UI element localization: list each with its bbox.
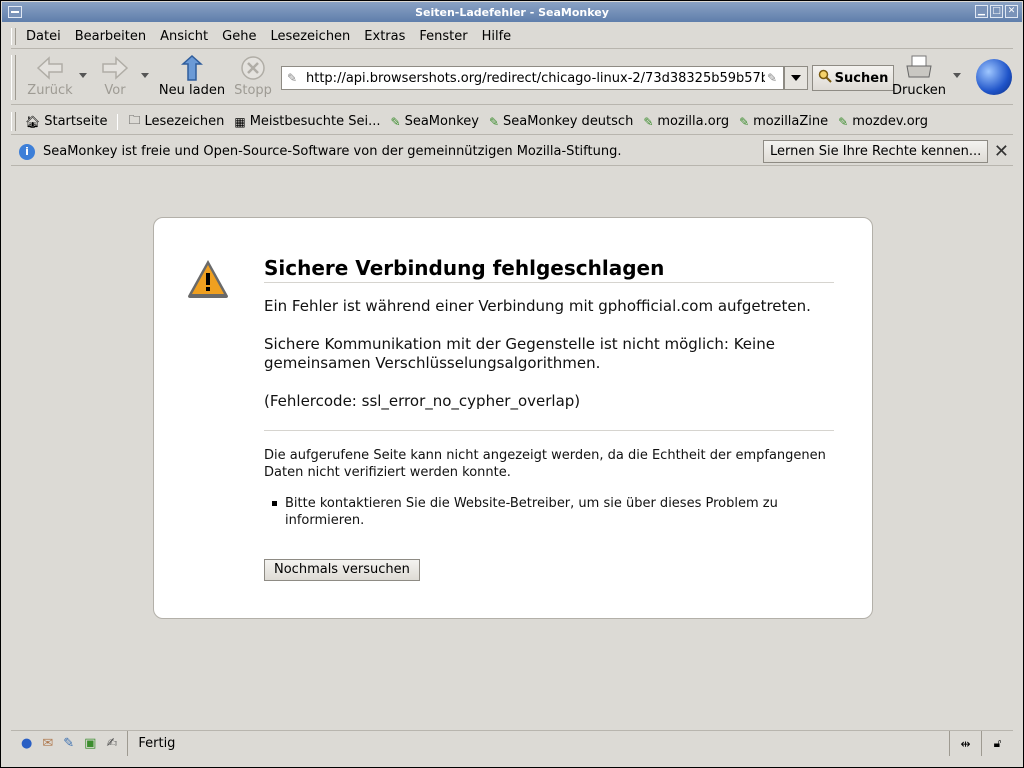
menu-gehe[interactable]: Gehe (215, 29, 263, 44)
notification-message: SeaMonkey ist freie und Open-Source-Soft… (43, 144, 622, 159)
folder-icon: 🗀 (128, 113, 141, 127)
back-dropdown-icon[interactable] (79, 73, 87, 78)
status-text: Fertig (138, 736, 176, 751)
error-line-connection: Ein Fehler ist während einer Verbindung … (264, 297, 811, 315)
close-window-icon[interactable]: ✕ (1005, 5, 1018, 18)
error-body: Sichere Verbindung fehlgeschlagen Ein Fe… (264, 256, 834, 581)
browser-window: Seiten-Ladefehler - SeaMonkey ▁ □ ✕ Date… (0, 0, 1024, 768)
security-lock-icon[interactable]: 🔓︎ (981, 731, 1013, 756)
warning-icon (186, 258, 230, 302)
chat-icon[interactable]: ▣ (84, 736, 96, 751)
bookmark-separator (117, 113, 119, 130)
print-button[interactable]: Drucken (889, 53, 949, 101)
bookmark-home[interactable]: 🏠︎ Startseite (25, 114, 107, 129)
printer-icon (904, 53, 934, 83)
online-plug-icon[interactable]: ⇹ (949, 731, 981, 756)
print-dropdown-icon[interactable] (953, 73, 961, 78)
maximize-icon[interactable]: □ (990, 5, 1003, 18)
bookmarks-toolbar: 🏠︎ Startseite 🗀 Lesezeichen ▦ Meistbesuc… (11, 109, 1013, 135)
bullet-icon (272, 501, 277, 506)
close-notification-icon[interactable]: ✕ (994, 141, 1009, 162)
bookmark-folder-lesezeichen[interactable]: 🗀 Lesezeichen (128, 111, 224, 132)
folder-special-icon: ▦ (234, 114, 246, 129)
navigation-toolbar: Zurück Vor Neu laden Stopp ✎ http://api.… (11, 51, 1013, 105)
bookmark-mozdev-org[interactable]: ✎ mozdev.org (838, 114, 928, 129)
magnifier-icon (818, 69, 832, 87)
bookmark-icon: ✎ (838, 114, 849, 129)
seamonkey-throbber-icon[interactable] (976, 59, 1012, 95)
toolbar-grip[interactable] (11, 112, 16, 131)
forward-dropdown-icon[interactable] (141, 73, 149, 78)
toolbar-grip[interactable] (11, 28, 16, 45)
window-menu-icon[interactable] (8, 6, 22, 18)
address-book-icon[interactable]: ✍ (106, 736, 117, 751)
window-title: Seiten-Ladefehler - SeaMonkey (415, 5, 609, 19)
page-icon: ✎ (287, 71, 298, 85)
error-code: (Fehlercode: ssl_error_no_cypher_overlap… (264, 392, 581, 410)
title-bar: Seiten-Ladefehler - SeaMonkey ▁ □ ✕ (2, 2, 1022, 22)
menu-extras[interactable]: Extras (357, 29, 412, 44)
bookmark-icon: ✎ (390, 114, 401, 129)
home-icon: 🏠︎ (25, 114, 41, 129)
stop-button[interactable]: Stopp (231, 53, 275, 101)
menu-ansicht[interactable]: Ansicht (153, 29, 215, 44)
url-bar[interactable]: ✎ http://api.browsershots.org/redirect/c… (281, 66, 784, 90)
menu-bearbeiten[interactable]: Bearbeiten (68, 29, 153, 44)
browser-globe-icon[interactable]: ● (21, 736, 32, 751)
url-history-dropdown[interactable] (784, 66, 808, 90)
minimize-icon[interactable]: ▁ (975, 5, 988, 18)
bookmark-icon: ✎ (739, 114, 750, 129)
forward-button[interactable]: Vor (95, 53, 135, 101)
error-page-container: Sichere Verbindung fehlgeschlagen Ein Fe… (153, 217, 873, 619)
status-indicators: ⇹ 🔓︎ (949, 731, 1013, 756)
error-description: Die aufgerufene Seite kann nicht angezei… (264, 448, 826, 480)
menu-bar: Datei Bearbeiten Ansicht Gehe Lesezeiche… (11, 25, 1013, 49)
bookmark-icon: ✎ (488, 114, 500, 129)
mail-icon[interactable]: ✉ (42, 736, 53, 751)
url-text: http://api.browsershots.org/redirect/chi… (306, 70, 770, 86)
status-bar: ● ✉ ✎ ▣ ✍ Fertig ⇹ 🔓︎ (11, 730, 1013, 756)
reload-icon (177, 53, 207, 83)
error-line-communication: Sichere Kommunikation mit der Gegenstell… (264, 335, 775, 372)
content-area: Sichere Verbindung fehlgeschlagen Ein Fe… (11, 167, 1013, 729)
info-icon: i (19, 143, 35, 160)
divider (264, 430, 834, 431)
bookmark-most-visited[interactable]: ▦ Meistbesuchte Sei... (234, 114, 380, 129)
composer-icon[interactable]: ✎ (63, 736, 74, 751)
reload-button[interactable]: Neu laden (157, 53, 227, 101)
bookmark-page-icon[interactable]: ✎ (764, 71, 777, 85)
menu-lesezeichen[interactable]: Lesezeichen (263, 29, 357, 44)
back-arrow-icon (35, 53, 65, 83)
back-button[interactable]: Zurück (25, 53, 75, 101)
search-button[interactable]: Suchen (812, 65, 894, 91)
error-title: Sichere Verbindung fehlgeschlagen (264, 256, 834, 283)
bookmark-seamonkey[interactable]: ✎ SeaMonkey (391, 114, 479, 129)
bookmark-mozillazine[interactable]: ✎ mozillaZine (739, 114, 828, 129)
forward-arrow-icon (100, 53, 130, 83)
bookmark-mozilla-org[interactable]: ✎ mozilla.org (643, 114, 729, 129)
stop-icon (238, 53, 268, 83)
toolbar-grip[interactable] (11, 55, 16, 100)
bookmark-icon: ✎ (643, 114, 654, 129)
bookmark-seamonkey-deutsch[interactable]: ✎ SeaMonkey deutsch (489, 114, 633, 129)
error-bullet-item: Bitte kontaktieren Sie die Website-Betre… (272, 495, 834, 529)
retry-button[interactable]: Nochmals versuchen (264, 559, 420, 581)
notification-bar: i SeaMonkey ist freie und Open-Source-So… (11, 138, 1013, 166)
menu-fenster[interactable]: Fenster (412, 29, 474, 44)
component-bar: ● ✉ ✎ ▣ ✍ (11, 731, 129, 756)
menu-hilfe[interactable]: Hilfe (475, 29, 519, 44)
learn-rights-button[interactable]: Lernen Sie Ihre Rechte kennen... (763, 140, 989, 163)
menu-datei[interactable]: Datei (19, 29, 68, 44)
